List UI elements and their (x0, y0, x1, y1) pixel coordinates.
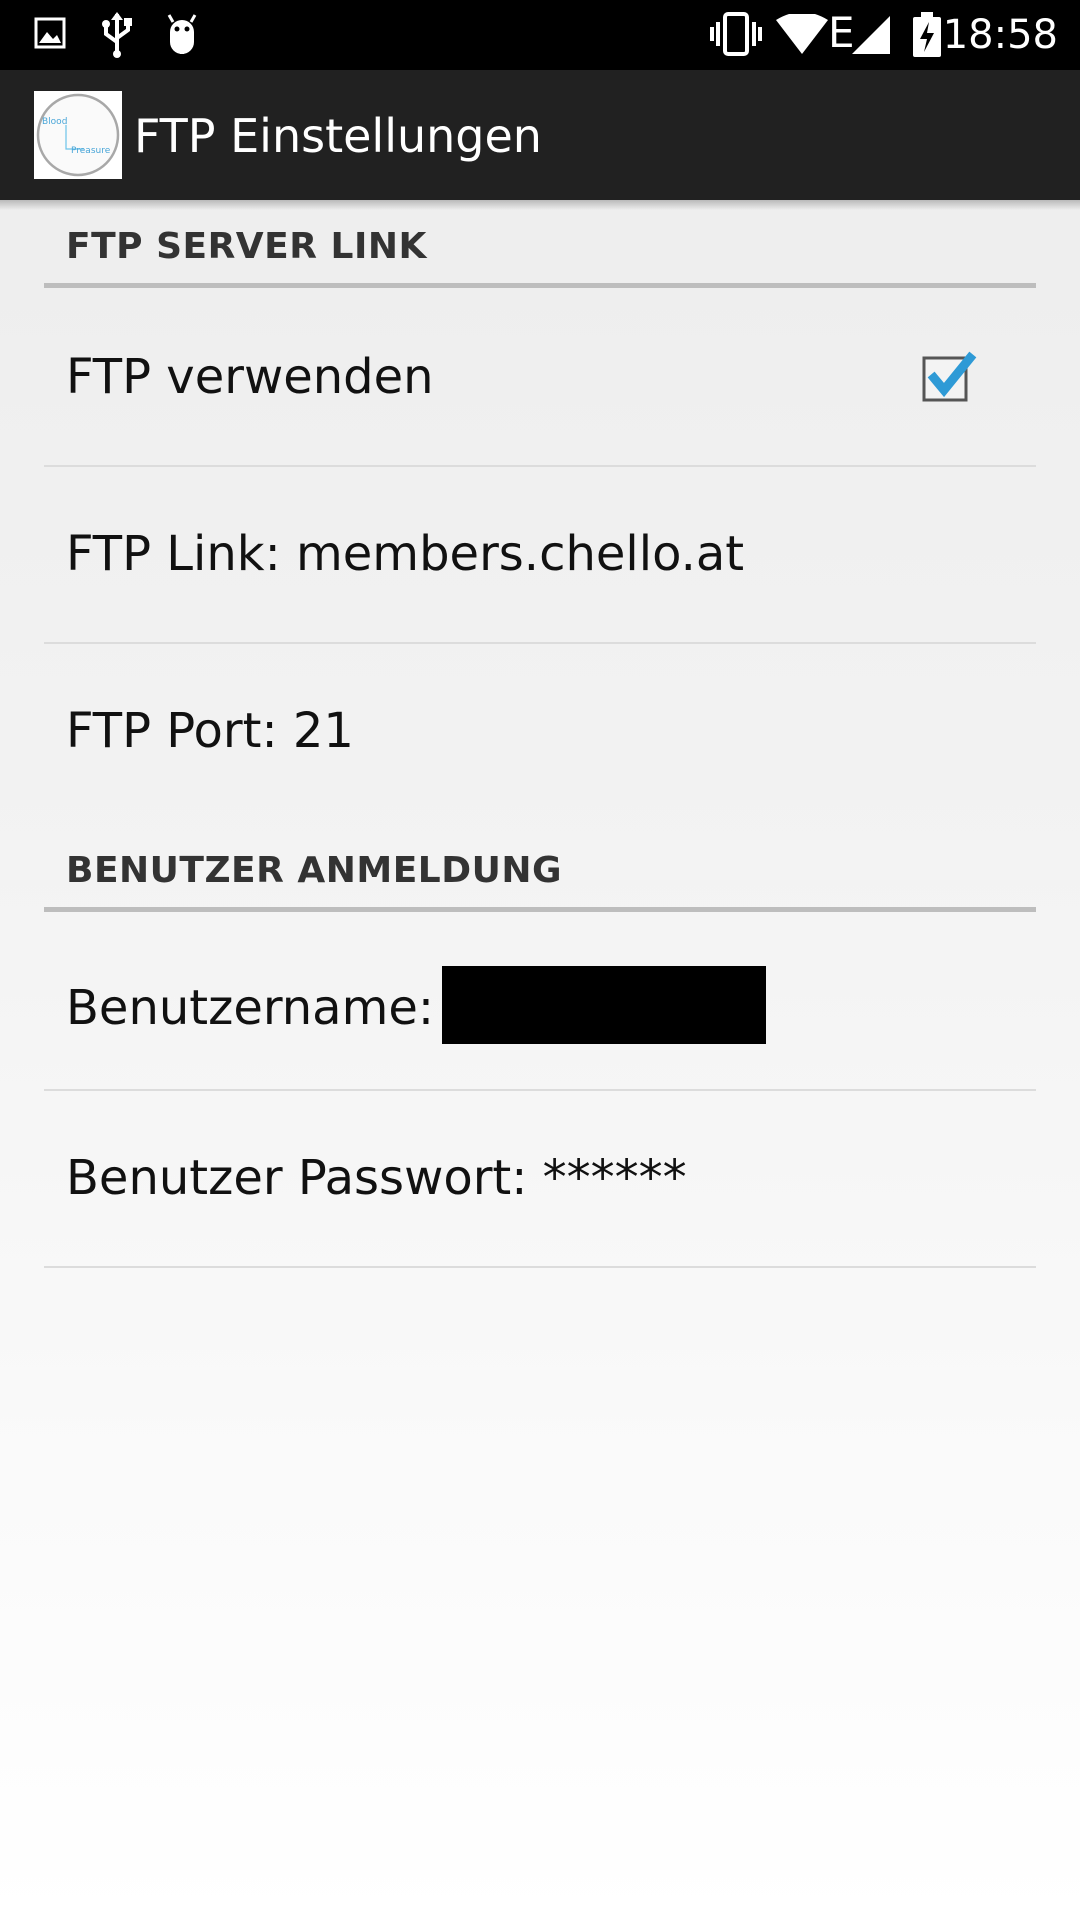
section-header-label: FTP SERVER LINK (66, 226, 427, 267)
signal-edge-icon (852, 16, 890, 54)
android-debug-icon (167, 14, 197, 54)
vibrate-icon (710, 12, 762, 56)
battery-charging-icon (913, 12, 941, 57)
gallery-icon (34, 17, 66, 49)
ftp-enable-checkbox[interactable] (920, 348, 980, 408)
pref-benutzername[interactable]: Benutzername: (44, 914, 1036, 1091)
pref-label: Benutzer Passwort: ****** (66, 1150, 687, 1206)
checkbox-checked-icon (922, 351, 977, 402)
pref-label: FTP verwenden (66, 349, 434, 405)
pref-ftp-link[interactable]: FTP Link: members.chello.at (44, 467, 1036, 644)
usb-icon (102, 12, 132, 58)
pref-ftp-verwenden[interactable]: FTP verwenden (44, 290, 1036, 467)
status-bar: E 18:58 (0, 0, 1080, 70)
pref-label-text: Benutzername: (66, 980, 435, 1036)
section-header-ftp-server-link: FTP SERVER LINK (44, 200, 1036, 288)
page-title: FTP Einstellungen (134, 109, 542, 163)
section-header-benutzer-anmeldung: BENUTZER ANMELDUNG (44, 824, 1036, 912)
app-logo-graphic: Blood Preasure (36, 93, 120, 177)
section-header-label: BENUTZER ANMELDUNG (66, 850, 563, 891)
status-time: 18:58 (942, 12, 1058, 58)
redacted-username (442, 966, 767, 1044)
pref-benutzer-passwort[interactable]: Benutzer Passwort: ****** (44, 1091, 1036, 1268)
app-logo-text-1: Blood (42, 117, 67, 127)
pref-label: Benutzername: (66, 966, 767, 1050)
action-bar: Blood Preasure FTP Einstellungen (0, 70, 1080, 210)
network-type-label: E (828, 8, 855, 57)
pref-label: FTP Link: members.chello.at (66, 526, 745, 582)
wifi-icon (776, 14, 828, 54)
app-logo-text-2: Preasure (71, 146, 111, 156)
pref-ftp-port[interactable]: FTP Port: 21 (44, 644, 1036, 821)
pref-label: FTP Port: 21 (66, 703, 354, 759)
app-logo[interactable]: Blood Preasure (34, 91, 122, 179)
